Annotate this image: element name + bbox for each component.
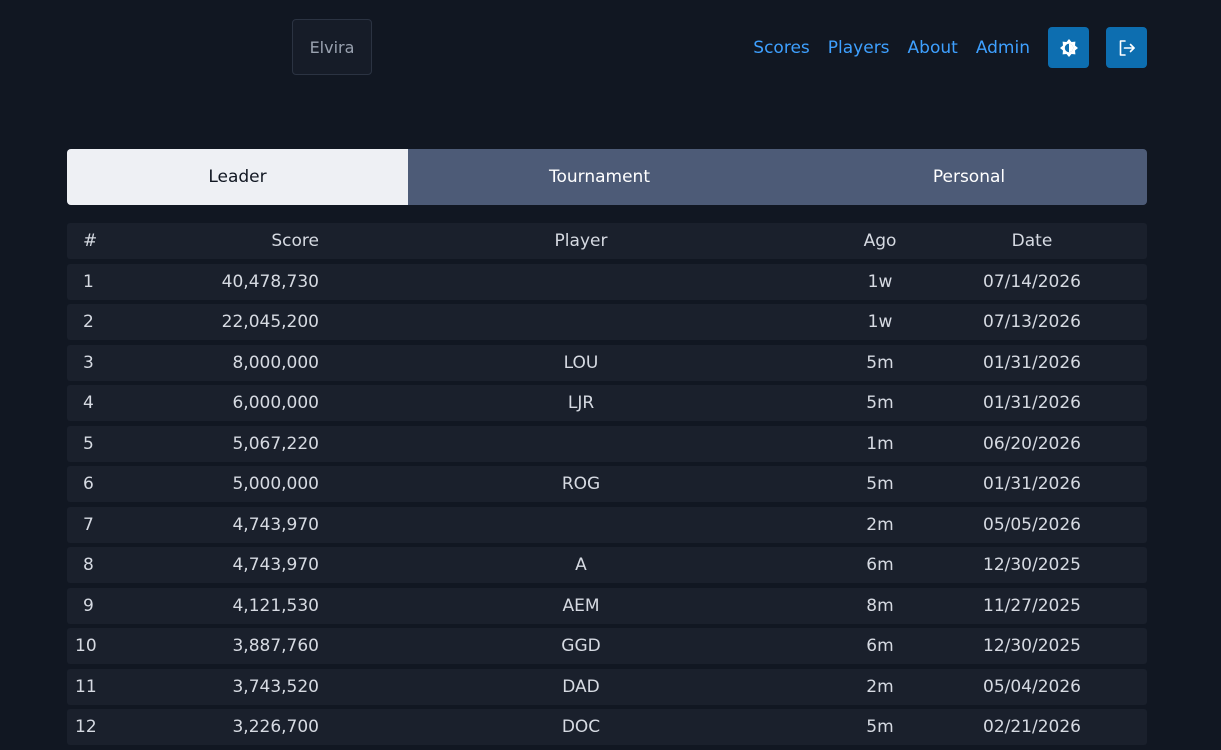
ago-cell: 6m (866, 636, 894, 656)
tab-personal[interactable]: Personal (791, 149, 1147, 205)
rank-cell: 9 (83, 595, 94, 616)
date-cell: 01/31/2026 (983, 474, 1081, 494)
header: Elvira Scores Players About Admin (0, 0, 1221, 100)
table-row[interactable]: 10 3,887,760 GGD 6m 12/30/2025 (67, 628, 1147, 664)
logout-icon (1119, 39, 1135, 56)
ago-cell: 8m (866, 595, 894, 616)
table-row[interactable]: 9 4,121,530 AEM 8m 11/27/2025 (67, 587, 1147, 624)
rank-cell: 5 (83, 433, 94, 454)
date-cell: 07/13/2026 (983, 312, 1081, 332)
rank-cell: 10 (75, 636, 97, 656)
date-cell: 11/27/2025 (983, 595, 1081, 616)
score-cell: 22,045,200 (221, 312, 319, 332)
nav-scores[interactable]: Scores (753, 38, 809, 58)
player-cell: ROG (561, 474, 601, 494)
table-row[interactable]: 2 22,045,200 1w 07/13/2026 (67, 304, 1147, 340)
player-cell: AEM (562, 595, 600, 616)
score-cell: 4,743,970 (232, 514, 319, 535)
scope-tabs: Leader Tournament Personal (67, 149, 1147, 205)
nav-players[interactable]: Players (828, 38, 890, 58)
brand-button[interactable]: Elvira (292, 19, 372, 75)
scores-table: # Score Player Ago Date 1 40,478,730 1w 07/… (67, 223, 1147, 750)
ago-cell: 6m (866, 555, 894, 575)
ago-cell: 1w (867, 271, 893, 292)
table-row[interactable]: 6 5,000,000 ROG 5m 01/31/2026 (67, 466, 1147, 502)
score-cell: 5,000,000 (232, 474, 319, 494)
table-row[interactable]: 7 4,743,970 2m 05/05/2026 (67, 506, 1147, 543)
tab-tournament[interactable]: Tournament (408, 149, 791, 205)
ago-cell: 5m (866, 717, 894, 737)
ago-cell: 2m (866, 514, 894, 535)
rank-cell: 12 (75, 717, 97, 737)
score-cell: 5,067,220 (232, 433, 319, 454)
date-cell: 01/31/2026 (983, 393, 1081, 413)
score-cell: 4,121,530 (232, 595, 319, 616)
nav-about[interactable]: About (908, 38, 958, 58)
tab-leader[interactable]: Leader (67, 149, 408, 205)
rank-cell: 8 (83, 555, 94, 575)
column-rank: # (83, 231, 98, 251)
ago-cell: 5m (866, 352, 894, 373)
ago-cell: 2m (866, 676, 894, 697)
column-player: Player (554, 231, 608, 251)
score-cell: 4,743,970 (232, 555, 319, 575)
score-cell: 3,887,760 (232, 636, 319, 656)
date-cell: 02/21/2026 (983, 717, 1081, 737)
player-cell: LOU (563, 352, 599, 373)
score-cell: 8,000,000 (232, 352, 319, 373)
table-row[interactable]: 8 4,743,970 A 6m 12/30/2025 (67, 547, 1147, 583)
ago-cell: 1m (866, 433, 894, 454)
brightness-icon (1059, 38, 1078, 57)
player-cell: GGD (561, 636, 601, 656)
date-cell: 12/30/2025 (983, 555, 1081, 575)
rank-cell: 2 (83, 312, 94, 332)
ago-cell: 5m (866, 474, 894, 494)
score-cell: 3,226,700 (232, 717, 319, 737)
score-cell: 40,478,730 (221, 271, 319, 292)
table-row[interactable]: 1 40,478,730 1w 07/14/2026 (67, 263, 1147, 300)
rank-cell: 6 (83, 474, 94, 494)
date-cell: 05/05/2026 (983, 514, 1081, 535)
date-cell: 06/20/2026 (983, 433, 1081, 454)
column-date: Date (1011, 231, 1053, 251)
score-cell: 6,000,000 (232, 393, 319, 413)
ago-cell: 1w (867, 312, 893, 332)
date-cell: 07/14/2026 (983, 271, 1081, 292)
table-row[interactable]: 11 3,743,520 DAD 2m 05/04/2026 (67, 668, 1147, 705)
column-ago: Ago (863, 231, 897, 251)
table-row[interactable]: 5 5,067,220 1m 06/20/2026 (67, 425, 1147, 462)
rank-cell: 3 (83, 352, 94, 373)
top-nav: Scores Players About Admin (753, 27, 1147, 68)
player-cell: DOC (561, 717, 601, 737)
table-row[interactable]: 3 8,000,000 LOU 5m 01/31/2026 (67, 344, 1147, 381)
rank-cell: 7 (83, 514, 94, 535)
nav-admin[interactable]: Admin (976, 38, 1030, 58)
score-cell: 3,743,520 (232, 676, 319, 697)
date-cell: 05/04/2026 (983, 676, 1081, 697)
table-row[interactable]: 4 6,000,000 LJR 5m 01/31/2026 (67, 385, 1147, 421)
rank-cell: 4 (83, 393, 94, 413)
theme-toggle-button[interactable] (1048, 27, 1089, 68)
logout-button[interactable] (1106, 27, 1147, 68)
player-cell: LJR (567, 393, 595, 413)
rank-cell: 1 (83, 271, 94, 292)
table-row[interactable]: 12 3,226,700 DOC 5m 02/21/2026 (67, 709, 1147, 745)
player-cell: A (575, 555, 587, 575)
rank-cell: 11 (75, 676, 97, 697)
ago-cell: 5m (866, 393, 894, 413)
date-cell: 12/30/2025 (983, 636, 1081, 656)
table-header: # Score Player Ago Date (67, 223, 1147, 259)
date-cell: 01/31/2026 (983, 352, 1081, 373)
column-score: Score (271, 231, 319, 251)
player-cell: DAD (562, 676, 600, 697)
